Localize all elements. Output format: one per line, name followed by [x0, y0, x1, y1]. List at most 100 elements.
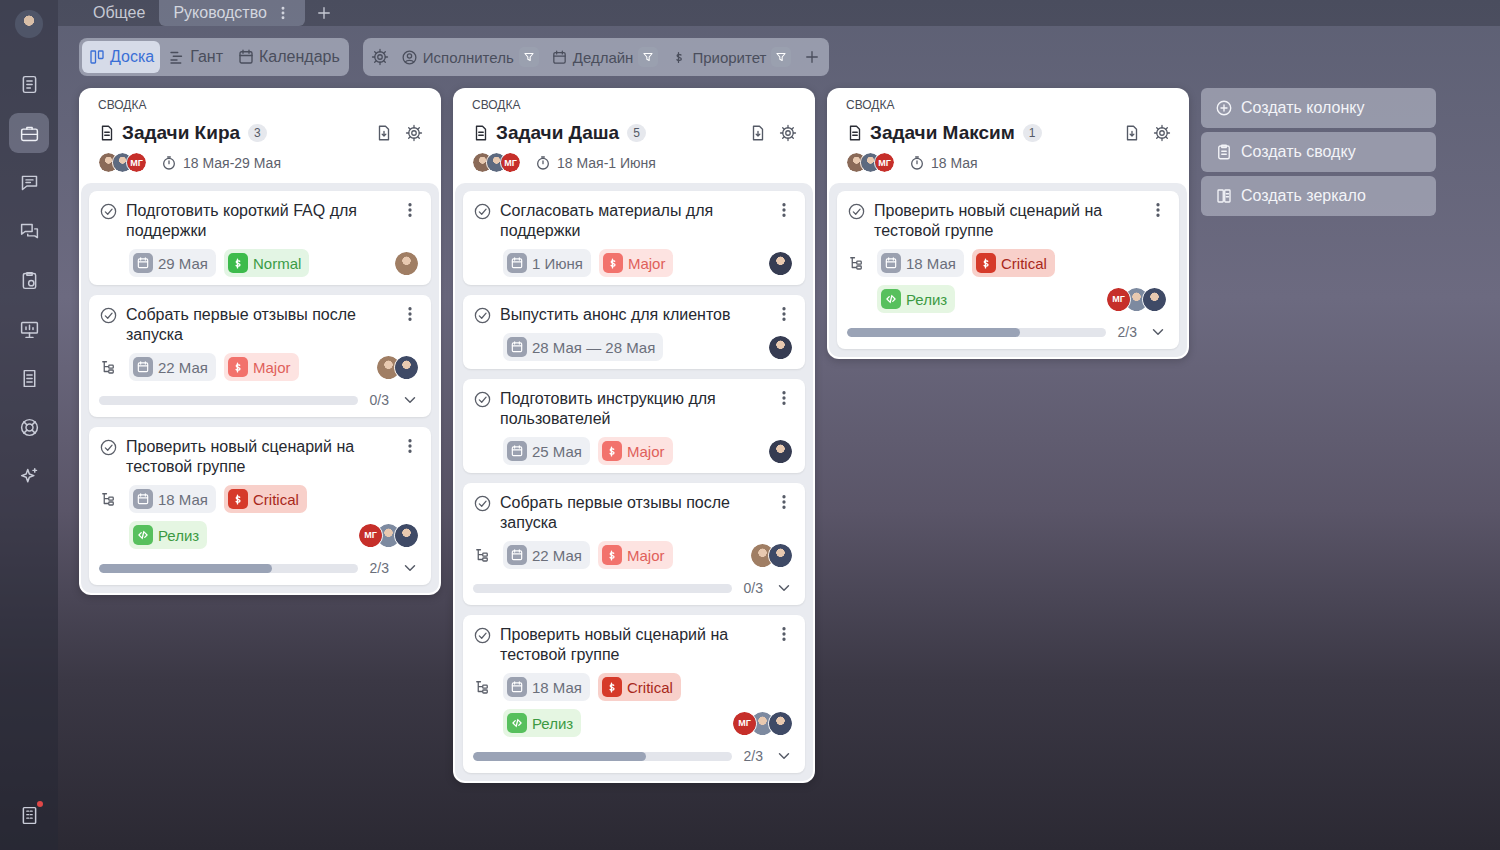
task-card[interactable]: Собрать первые отзывы после запуска 22 Ма… — [89, 295, 431, 417]
more-icon[interactable] — [775, 201, 793, 219]
check-circle-icon[interactable] — [99, 438, 118, 457]
check-circle-icon[interactable] — [473, 626, 492, 645]
sidebar-item[interactable] — [9, 64, 49, 104]
avatar[interactable] — [768, 439, 793, 464]
deadline-chip[interactable]: 18 Мая — [877, 249, 964, 277]
view-button[interactable]: Доска — [82, 41, 160, 73]
more-icon[interactable] — [401, 437, 419, 455]
avatar[interactable] — [394, 251, 419, 276]
priority-chip[interactable]: Major — [598, 541, 673, 569]
deadline-chip[interactable]: 25 Мая — [503, 437, 590, 465]
create-button[interactable]: Создать зеркало — [1201, 176, 1436, 216]
expand-toggle[interactable] — [775, 579, 793, 597]
export-icon[interactable] — [375, 124, 393, 142]
task-title[interactable]: Проверить новый сценарий на тестовой гру… — [500, 625, 767, 665]
priority-chip[interactable]: Normal — [224, 249, 309, 277]
avatar[interactable] — [768, 251, 793, 276]
task-title[interactable]: Собрать первые отзывы после запуска — [126, 305, 393, 345]
filter-button[interactable]: Приоритет — [665, 41, 796, 73]
profile-avatar[interactable] — [15, 10, 43, 38]
export-icon[interactable] — [1123, 124, 1141, 142]
sidebar-item[interactable] — [9, 795, 49, 835]
sidebar-item[interactable] — [9, 113, 49, 153]
more-icon[interactable] — [401, 305, 419, 323]
sidebar-item[interactable] — [9, 260, 49, 300]
task-card[interactable]: Проверить новый сценарий на тестовой гру… — [463, 615, 805, 773]
add-tab-button[interactable] — [305, 0, 343, 26]
check-circle-icon[interactable] — [99, 306, 118, 325]
priority-chip[interactable]: Major — [598, 437, 673, 465]
deadline-chip[interactable]: 29 Мая — [129, 249, 216, 277]
tab[interactable]: Руководство — [159, 0, 305, 26]
expand-toggle[interactable] — [775, 747, 793, 765]
initials-avatar[interactable]: МГ — [500, 152, 521, 173]
check-circle-icon[interactable] — [473, 390, 492, 409]
expand-toggle[interactable] — [401, 559, 419, 577]
task-card[interactable]: Подготовить инструкцию для пользователей… — [463, 379, 805, 473]
check-circle-icon[interactable] — [473, 494, 492, 513]
expand-toggle[interactable] — [401, 391, 419, 409]
task-card[interactable]: Согласовать материалы для поддержки 1 Июн… — [463, 191, 805, 285]
avatar[interactable] — [394, 355, 419, 380]
gear-icon[interactable] — [405, 124, 423, 142]
sidebar-item[interactable] — [9, 211, 49, 251]
check-circle-icon[interactable] — [847, 202, 866, 221]
deadline-chip[interactable]: 22 Мая — [503, 541, 590, 569]
priority-chip[interactable]: Critical — [972, 249, 1055, 277]
priority-chip[interactable]: Critical — [224, 485, 307, 513]
more-icon[interactable] — [775, 625, 793, 643]
filter-button[interactable]: Дедлайн — [546, 41, 664, 73]
task-title[interactable]: Проверить новый сценарий на тестовой гру… — [126, 437, 393, 477]
deadline-chip[interactable]: 18 Мая — [503, 673, 590, 701]
check-circle-icon[interactable] — [473, 202, 492, 221]
expand-toggle[interactable] — [1149, 323, 1167, 341]
gear-icon[interactable] — [779, 124, 797, 142]
task-card[interactable]: Проверить новый сценарий на тестовой гру… — [89, 427, 431, 585]
task-card[interactable]: Проверить новый сценарий на тестовой гру… — [837, 191, 1179, 349]
priority-chip[interactable]: Major — [599, 249, 674, 277]
task-card[interactable]: Выпустить анонс для клиентов28 Мая — 28 … — [463, 295, 805, 369]
initials-avatar[interactable]: МГ — [126, 152, 147, 173]
task-title[interactable]: Выпустить анонс для клиентов — [500, 305, 767, 325]
check-circle-icon[interactable] — [473, 306, 492, 325]
tab[interactable]: Общее — [79, 0, 159, 26]
create-button[interactable]: Создать сводку — [1201, 132, 1436, 172]
avatar[interactable] — [768, 711, 793, 736]
avatar[interactable] — [768, 543, 793, 568]
column-title[interactable]: Задачи Кира — [122, 122, 240, 144]
initials-avatar[interactable]: МГ — [874, 152, 895, 173]
more-icon[interactable] — [775, 389, 793, 407]
more-icon[interactable] — [401, 201, 419, 219]
sidebar-item[interactable] — [9, 309, 49, 349]
more-icon[interactable] — [775, 493, 793, 511]
deadline-chip[interactable]: 22 Мая — [129, 353, 216, 381]
priority-chip[interactable]: Critical — [598, 673, 681, 701]
task-title[interactable]: Согласовать материалы для поддержки — [500, 201, 767, 241]
view-button[interactable]: Календарь — [231, 41, 346, 73]
avatar[interactable] — [1142, 287, 1167, 312]
task-title[interactable]: Подготовить короткий FAQ для поддержки — [126, 201, 393, 241]
create-button[interactable]: Создать колонку — [1201, 88, 1436, 128]
task-title[interactable]: Собрать первые отзывы после запуска — [500, 493, 767, 533]
sidebar-item[interactable] — [9, 358, 49, 398]
sidebar-item[interactable] — [9, 407, 49, 447]
add-filter-button[interactable] — [798, 41, 826, 73]
task-title[interactable]: Проверить новый сценарий на тестовой гру… — [874, 201, 1141, 241]
more-icon[interactable] — [275, 5, 291, 21]
settings-button[interactable] — [366, 41, 394, 73]
more-icon[interactable] — [1149, 201, 1167, 219]
sidebar-item[interactable] — [9, 162, 49, 202]
initials-avatar[interactable]: МГ — [1106, 287, 1131, 312]
tag-chip[interactable]: Релиз — [877, 285, 955, 313]
tag-chip[interactable]: Релиз — [129, 521, 207, 549]
deadline-chip[interactable]: 18 Мая — [129, 485, 216, 513]
sidebar-item[interactable] — [9, 4, 49, 44]
task-title[interactable]: Подготовить инструкцию для пользователей — [500, 389, 767, 429]
avatar[interactable] — [768, 335, 793, 360]
priority-chip[interactable]: Major — [224, 353, 299, 381]
initials-avatar[interactable]: МГ — [732, 711, 757, 736]
column-title[interactable]: Задачи Даша — [496, 122, 619, 144]
more-icon[interactable] — [775, 305, 793, 323]
task-card[interactable]: Собрать первые отзывы после запуска 22 Ма… — [463, 483, 805, 605]
deadline-chip[interactable]: 1 Июня — [503, 249, 591, 277]
